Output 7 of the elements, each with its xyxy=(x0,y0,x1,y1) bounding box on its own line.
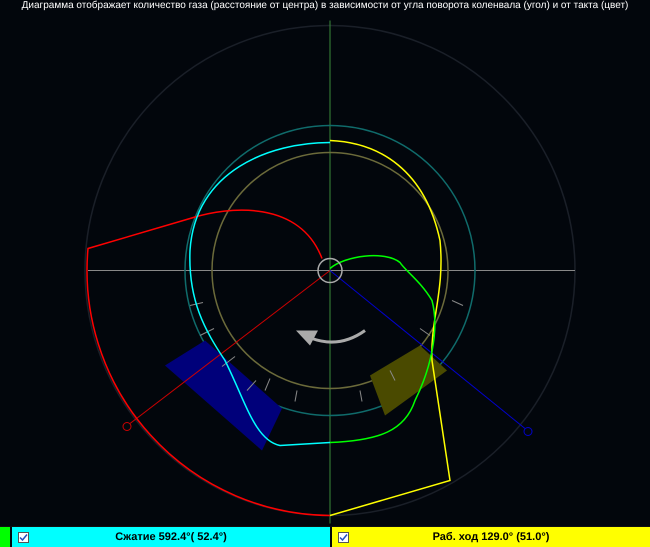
checkbox[interactable] xyxy=(18,532,29,542)
rotation-arrow-icon xyxy=(296,329,366,346)
center-circle xyxy=(317,258,343,284)
legend-label: Раб. ход 129.0° (51.0°) xyxy=(432,530,550,545)
legend-label: Сжатие 592.4°( 52.4°) xyxy=(115,530,227,545)
diagram-caption: Диаграмма отображает количество газа (расстояние от центра) в зависимости от угла поворота коленвала (угол) и от такта (цвет) xyxy=(20,0,630,11)
checkbox[interactable] xyxy=(338,532,349,542)
